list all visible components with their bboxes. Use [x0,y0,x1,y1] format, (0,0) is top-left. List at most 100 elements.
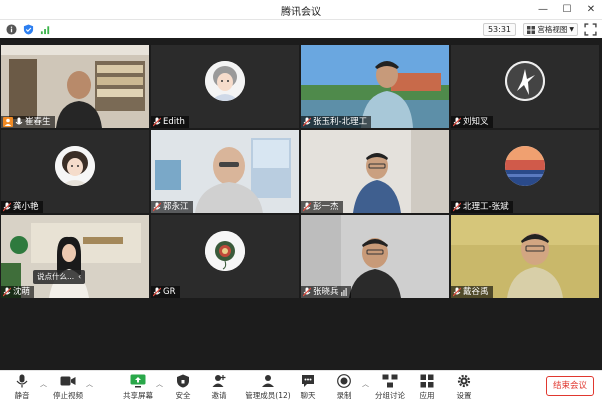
record-label: 录制 [336,391,352,400]
participant-name: GR [163,287,176,297]
close-icon[interactable]: ✕ [584,2,598,16]
avatar [205,60,245,101]
participant-name: 北理工-张斌 [463,202,509,212]
participant-tile-active-speaker[interactable]: 戴谷禹 [451,215,599,298]
invite-button[interactable]: 邀请 [199,373,239,401]
view-mode-button[interactable]: 宫格视图 ▼ [523,23,578,36]
mic-muted-icon [453,117,461,127]
end-meeting-button[interactable]: 结束会议 [546,376,594,396]
chevron-down-icon: ▼ [569,26,574,33]
manage-members-label: 管理成员(12) [245,391,291,400]
participant-name: 彭一杰 [313,202,339,212]
view-mode-label: 宫格视图 [537,25,568,34]
security-button[interactable]: 安全 [163,373,203,401]
participant-tile[interactable]: 张晓兵 [301,215,449,298]
participant-tile[interactable]: 龚小艳 [1,130,149,213]
breakout-rooms-icon [382,374,398,388]
shield-icon[interactable] [23,24,34,35]
participant-tile[interactable]: 刘知叉 [451,45,599,128]
meeting-info-bar: 53:31 宫格视图 ▼ [0,20,602,38]
mic-muted-icon [453,287,461,297]
participant-name-tag: 戴谷禹 [451,286,493,298]
mic-icon [15,117,23,125]
participant-name-tag: 张玉利-北理工 [301,116,372,128]
participant-name-tag: 崔春生 [1,116,55,128]
fullscreen-icon[interactable] [584,23,597,36]
signal-icon[interactable] [40,24,51,35]
mic-muted-icon [453,202,461,212]
share-screen-label: 共享屏幕 [123,391,153,400]
participant-tile[interactable]: 郭永江 [151,130,299,213]
participant-name: 沈萌 [13,287,31,297]
invite-label: 邀请 [211,391,227,400]
participant-name-tag: GR [151,286,180,298]
chat-tooltip[interactable]: 说点什么... ‹ [33,270,86,284]
microphone-icon [16,374,28,388]
participant-name: 戴谷禹 [463,287,489,297]
chevron-left-icon[interactable]: ‹ [78,270,81,284]
record-button[interactable]: 录制 [324,373,364,401]
host-icon [3,117,13,127]
meeting-timer: 53:31 [482,23,516,36]
mute-button[interactable]: 静音 [2,373,42,401]
share-screen-icon [130,374,146,388]
info-icon[interactable] [6,24,17,35]
mic-muted-icon [303,117,311,127]
mic-muted-icon [153,117,161,127]
mic-muted-icon [303,202,311,212]
grid-view-icon [527,25,536,34]
mic-muted-icon [3,287,11,297]
apps-label: 应用 [419,391,435,400]
chevron-up-icon[interactable]: ︿ [362,379,370,388]
mic-muted-icon [3,202,11,212]
participant-tile[interactable]: 北理工-张斌 [451,130,599,213]
meeting-toolbar: 静音 ︿ 停止视频 ︿ 共享屏幕 ︿ 安全 邀请 管理成员(12) 聊天 录制 … [0,370,602,402]
apps-button[interactable]: 应用 [407,373,447,401]
settings-button[interactable]: 设置 [444,373,484,401]
participant-tile[interactable]: 彭一杰 [301,130,449,213]
window-title: 腾讯会议 [281,7,321,18]
participant-name: 崔春生 [25,117,51,127]
chat-label: 聊天 [300,391,316,400]
members-icon [262,375,274,387]
avatar [205,230,245,271]
avatar [55,145,95,186]
mic-muted-icon [153,202,161,212]
breakout-label: 分组讨论 [375,391,405,400]
minimize-icon[interactable]: — [536,2,550,16]
participant-name-tag: 沈萌 [1,286,35,298]
maximize-icon[interactable]: ☐ [560,2,574,16]
chat-button[interactable]: 聊天 [288,373,328,401]
participant-tile[interactable]: Edith [151,45,299,128]
chat-tooltip-text: 说点什么... [37,272,75,281]
participant-name: 张晓兵 [313,287,339,297]
participant-name-tag: 彭一杰 [301,201,343,213]
settings-label: 设置 [456,391,472,400]
participant-tile[interactable]: 张玉利-北理工 [301,45,449,128]
participant-grid: 崔春生 Edith 张玉利-北理工 刘知叉 龚小艳 郭永江 彭一杰 北理工-张斌… [1,45,601,298]
chevron-up-icon[interactable]: ︿ [86,379,94,388]
participant-tile[interactable]: 说点什么... ‹ 沈萌 [1,215,149,298]
manage-members-button[interactable]: 管理成员(12) [243,373,293,401]
security-label: 安全 [175,391,191,400]
participant-name-tag: 张晓兵 [301,286,351,298]
shield-icon [177,374,189,388]
mic-muted-icon [153,287,161,297]
participant-tile[interactable]: GR [151,215,299,298]
participant-name: 张玉利-北理工 [313,117,368,127]
breakout-button[interactable]: 分组讨论 [370,373,410,401]
avatar [505,60,545,101]
participant-name-tag: 北理工-张斌 [451,201,513,213]
stop-video-button[interactable]: 停止视频 [48,373,88,401]
share-screen-button[interactable]: 共享屏幕 [118,373,158,401]
chat-icon [302,375,314,387]
participant-name: Edith [163,117,185,127]
avatar [505,145,545,186]
participant-name-tag: Edith [151,116,189,128]
mute-label: 静音 [14,391,30,400]
participant-tile[interactable]: 崔春生 [1,45,149,128]
add-user-icon [212,375,226,387]
participant-name-tag: 龚小艳 [1,201,43,213]
chevron-up-icon[interactable]: ︿ [40,379,48,388]
stop-video-label: 停止视频 [53,391,83,400]
